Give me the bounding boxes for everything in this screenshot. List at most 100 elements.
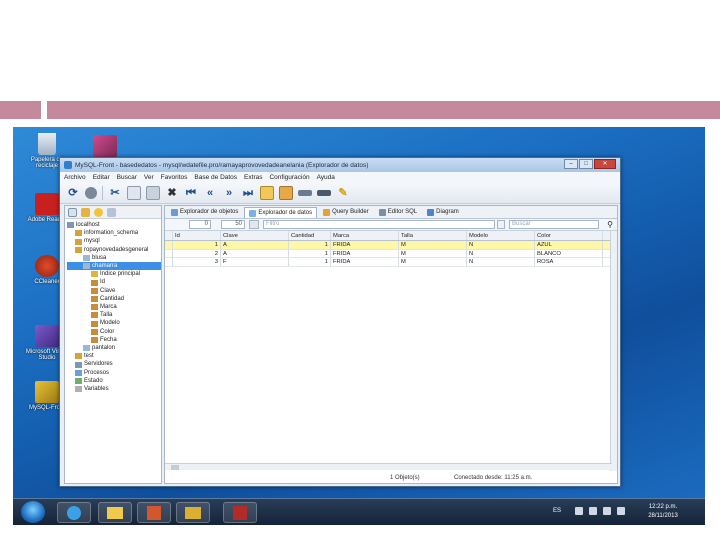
filter-dropdown-icon[interactable] [497,220,505,229]
clear-icon[interactable]: ✎ [336,186,350,200]
minimize-button[interactable]: – [564,159,578,169]
row-indicator[interactable] [165,249,173,257]
table-row[interactable]: 1 A 1 FRIDA M N AZUL [165,241,613,250]
cell-id[interactable]: 2 [173,249,221,257]
tree-item[interactable]: Procesos [67,369,161,377]
flag-icon[interactable] [575,507,583,515]
tree-item[interactable]: mysql [67,237,161,245]
cut-icon[interactable]: ✂ [108,186,122,200]
tab-explorador-objetos[interactable]: Explorador de objetos [167,207,242,218]
maximize-button[interactable]: □ [579,159,593,169]
row-indicator[interactable] [165,258,173,266]
prev-icon[interactable]: « [203,186,217,200]
scrollbar-thumb[interactable] [171,465,179,470]
column-header-modelo[interactable]: Modelo [467,231,535,240]
clock[interactable]: 12:22 p.m. 28/11/2013 [641,503,685,521]
desktop-icon-ppt[interactable] [91,135,119,159]
next-icon[interactable]: » [222,186,236,200]
tree-item[interactable]: chamarra [67,262,161,271]
tree-item[interactable]: Clave [67,287,161,295]
tree-item[interactable]: pantalon [67,344,161,352]
tree-item[interactable]: blusa [67,254,161,262]
cell-talla[interactable]: M [399,249,467,257]
taskbar-explorer[interactable] [98,502,132,523]
menu-editar[interactable]: Editar [93,174,110,181]
tree-item[interactable]: Variables [67,385,161,393]
close-button[interactable]: ✕ [594,159,616,169]
search-input[interactable]: Buscar [509,220,599,229]
home-icon[interactable] [81,207,90,217]
stop-icon[interactable] [85,186,97,199]
vertical-scrollbar[interactable] [610,231,617,471]
menu-buscar[interactable]: Buscar [117,174,137,181]
tree-item[interactable]: localhost [67,221,161,229]
cell-modelo[interactable]: N [467,249,535,257]
horizontal-scrollbar[interactable] [165,463,612,470]
cell-talla[interactable]: M [399,258,467,266]
cell-marca[interactable]: FRIDA [331,258,399,266]
action-center-icon[interactable] [603,507,611,515]
table-row[interactable]: 3 F 1 FRIDA M N ROSA [165,258,613,267]
tree-item[interactable]: Id [67,278,161,286]
cell-color[interactable]: BLANCO [535,249,603,257]
limit-toggle-icon[interactable] [249,220,259,229]
cell-id[interactable]: 1 [173,241,221,249]
tree-item[interactable]: Servidores [67,360,161,368]
cell-talla[interactable]: M [399,241,467,249]
cell-clave[interactable]: F [221,258,289,266]
column-header-clave[interactable]: Clave [221,231,289,240]
tree-item[interactable]: Indice principal [67,270,161,278]
settings-icon[interactable] [107,207,116,217]
tree-item[interactable]: Color [67,328,161,336]
star-icon[interactable] [94,207,103,217]
menu-ayuda[interactable]: Ayuda [317,174,335,181]
menu-extras[interactable]: Extras [244,174,262,181]
menu-favoritos[interactable]: Favoritos [161,174,188,181]
delete-row-icon[interactable] [317,189,331,196]
copy-icon[interactable] [127,185,141,200]
tab-diagram[interactable]: Diagram [423,207,463,218]
cell-color[interactable]: AZUL [535,241,603,249]
cell-cantidad[interactable]: 1 [289,241,331,249]
column-header-cantidad[interactable]: Cantidad [289,231,331,240]
cell-marca[interactable]: FRIDA [331,241,399,249]
tab-query-builder[interactable]: Query Builder [319,207,373,218]
tab-editor-sql[interactable]: Editor SQL [375,207,421,218]
grid-icon[interactable] [260,185,274,200]
tree-item[interactable]: Talla [67,311,161,319]
insert-row-icon[interactable] [298,189,312,196]
cell-clave[interactable]: A [221,249,289,257]
column-header-id[interactable]: Id [173,231,221,240]
cell-cantidad[interactable]: 1 [289,249,331,257]
menu-ver[interactable]: Ver [144,174,154,181]
paste-icon[interactable] [146,185,160,200]
tree-item[interactable]: information_schema [67,229,161,237]
cell-marca[interactable]: FRIDA [331,249,399,257]
cell-modelo[interactable]: N [467,258,535,266]
last-icon[interactable]: ⏭ [241,186,255,200]
cell-clave[interactable]: A [221,241,289,249]
form-icon[interactable] [279,185,293,200]
cell-modelo[interactable]: N [467,241,535,249]
cell-cantidad[interactable]: 1 [289,258,331,266]
network-icon[interactable] [589,507,597,515]
menu-archivo[interactable]: Archivo [64,174,86,181]
tree-item[interactable]: Marca [67,303,161,311]
start-button[interactable] [21,501,45,523]
tree-view-icon[interactable] [68,207,77,217]
filter-input[interactable]: Filtro [263,220,495,229]
taskbar-mysql-front[interactable] [176,502,210,523]
taskbar-access[interactable] [223,502,257,523]
search-icon[interactable]: ⚲ [607,220,613,229]
cell-id[interactable]: 3 [173,258,221,266]
taskbar-powerpoint[interactable] [137,502,171,523]
tree-item[interactable]: Estado [67,377,161,385]
column-header-talla[interactable]: Talla [399,231,467,240]
delete-icon[interactable]: ✖ [165,186,179,200]
refresh-icon[interactable]: ⟳ [66,186,80,200]
tree-item[interactable]: test [67,352,161,360]
offset-input[interactable]: 0 [189,220,211,229]
menu-base-de-datos[interactable]: Base de Datos [194,174,237,181]
tree-item[interactable]: Modelo [67,319,161,327]
tab-explorador-datos[interactable]: Explorador de datos [244,207,318,218]
